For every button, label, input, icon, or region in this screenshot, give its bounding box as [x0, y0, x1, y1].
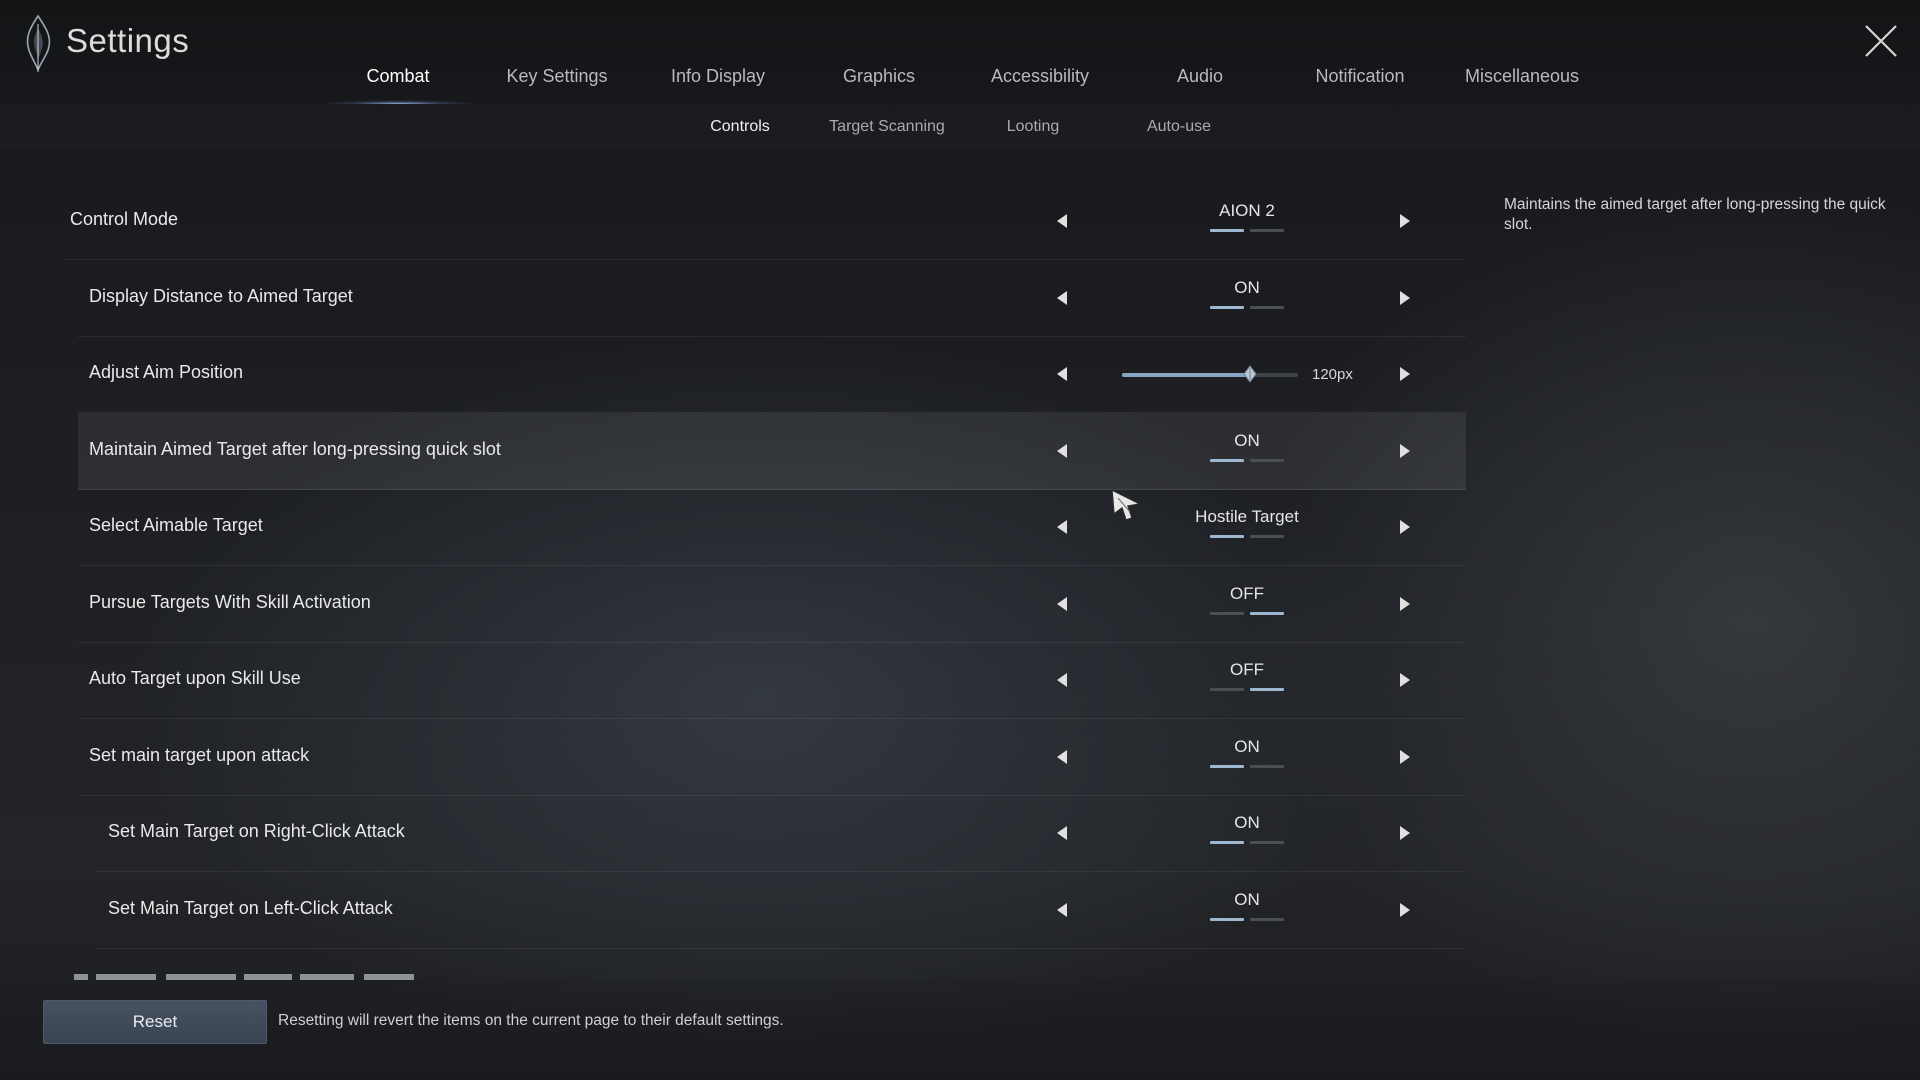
setting-value-text: OFF [1230, 660, 1264, 679]
setting-label: Auto Target upon Skill Use [89, 668, 301, 688]
setting-label: Set main target upon attack [89, 745, 310, 765]
arrow-left-icon[interactable] [1052, 670, 1072, 690]
setting-value: ON [1142, 431, 1352, 471]
setting-row-auto-target[interactable]: Auto Target upon Skill Use OFF [78, 642, 1466, 719]
option-indicator-1 [1250, 535, 1284, 538]
option-indicator-1 [1250, 459, 1284, 462]
arrow-left-icon[interactable] [1052, 441, 1072, 461]
arrow-left-icon[interactable] [1052, 900, 1072, 920]
arrow-left-icon[interactable] [1052, 211, 1072, 231]
arrow-right-icon[interactable] [1395, 900, 1415, 920]
setting-description: Maintains the aimed target after long-pr… [1504, 196, 1886, 233]
setting-row-right-click-attack[interactable]: Set Main Target on Right-Click Attack ON [96, 795, 1466, 872]
option-indicator-1 [1250, 688, 1284, 691]
arrow-right-icon[interactable] [1395, 211, 1415, 231]
tab-miscellaneous[interactable]: Miscellaneous [1465, 66, 1579, 102]
setting-value-text: ON [1234, 431, 1260, 450]
option-indicator-0 [1210, 688, 1244, 691]
setting-row-control-mode[interactable]: Control Mode AION 2 [62, 183, 1466, 260]
reset-button[interactable]: Reset [43, 1000, 267, 1044]
arrow-right-icon[interactable] [1395, 747, 1415, 767]
option-indicator-0 [1210, 918, 1244, 921]
slider-value-text: 120px [1312, 366, 1353, 383]
option-indicator-1 [1250, 765, 1284, 768]
arrow-right-icon[interactable] [1395, 823, 1415, 843]
option-indicator-0 [1210, 612, 1244, 615]
setting-row-set-main-target[interactable]: Set main target upon attack ON [78, 719, 1466, 796]
setting-value: ON [1142, 890, 1352, 930]
setting-value-text: ON [1234, 737, 1260, 756]
option-indicator-0 [1210, 765, 1244, 768]
arrow-right-icon[interactable] [1395, 670, 1415, 690]
option-indicator-1 [1250, 306, 1284, 309]
arrow-right-icon[interactable] [1395, 517, 1415, 537]
setting-value-text: AION 2 [1219, 201, 1275, 220]
setting-value: ON [1142, 278, 1352, 318]
setting-value: ON [1142, 737, 1352, 777]
option-indicator-1 [1250, 918, 1284, 921]
setting-label: Set Main Target on Right-Click Attack [108, 821, 405, 841]
settings-list: Control Mode AION 2 Display Distance to … [0, 0, 1480, 980]
arrow-right-icon[interactable] [1395, 364, 1415, 384]
setting-value: ON [1142, 813, 1352, 853]
setting-value-text: OFF [1230, 584, 1264, 603]
setting-label: Set Main Target on Left-Click Attack [108, 898, 393, 918]
arrow-right-icon[interactable] [1395, 594, 1415, 614]
option-indicator-1 [1250, 612, 1284, 615]
option-indicator-0 [1210, 306, 1244, 309]
arrow-right-icon[interactable] [1395, 441, 1415, 461]
setting-row-adjust-aim-position[interactable]: Adjust Aim Position 120px [78, 336, 1466, 413]
arrow-right-icon[interactable] [1395, 288, 1415, 308]
setting-value: OFF [1142, 584, 1352, 624]
arrow-left-icon[interactable] [1052, 364, 1072, 384]
option-indicator-0 [1210, 841, 1244, 844]
arrow-left-icon[interactable] [1052, 823, 1072, 843]
setting-value: AION 2 [1142, 201, 1352, 241]
aim-position-slider[interactable] [1122, 365, 1298, 383]
setting-row-display-distance[interactable]: Display Distance to Aimed Target ON [78, 260, 1466, 337]
slider-fill [1122, 373, 1251, 377]
setting-value-text: ON [1234, 278, 1260, 297]
setting-label: Select Aimable Target [89, 515, 263, 535]
slider-thumb-icon[interactable] [1243, 365, 1258, 383]
arrow-left-icon[interactable] [1052, 288, 1072, 308]
option-indicator-0 [1210, 535, 1244, 538]
option-indicator-1 [1250, 841, 1284, 844]
footer-bar: Reset Resetting will revert the items on… [0, 980, 1920, 1080]
setting-label: Pursue Targets With Skill Activation [89, 592, 371, 612]
setting-value-text: Hostile Target [1195, 507, 1299, 526]
arrow-left-icon[interactable] [1052, 594, 1072, 614]
option-indicator-1 [1250, 229, 1284, 232]
setting-label: Display Distance to Aimed Target [89, 286, 353, 306]
setting-label: Maintain Aimed Target after long-pressin… [89, 439, 501, 459]
close-icon[interactable] [1862, 22, 1900, 60]
setting-value: Hostile Target [1142, 507, 1352, 547]
setting-row-select-aimable-target[interactable]: Select Aimable Target Hostile Target [78, 489, 1466, 566]
option-indicator-0 [1210, 459, 1244, 462]
setting-label: Adjust Aim Position [89, 362, 244, 382]
setting-row-maintain-aimed-target[interactable]: Maintain Aimed Target after long-pressin… [78, 413, 1466, 490]
setting-value: OFF [1142, 660, 1352, 700]
arrow-left-icon[interactable] [1052, 747, 1072, 767]
settings-window: Settings Combat Key Settings Info Displa… [0, 0, 1920, 1080]
reset-note: Resetting will revert the items on the c… [278, 1012, 784, 1029]
clipped-row-text [74, 974, 414, 980]
setting-row-pursue-targets[interactable]: Pursue Targets With Skill Activation OFF [78, 566, 1466, 643]
setting-value-text: ON [1234, 813, 1260, 832]
arrow-left-icon[interactable] [1052, 517, 1072, 537]
mouse-cursor-icon [1111, 488, 1143, 521]
option-indicator-0 [1210, 229, 1244, 232]
setting-label: Control Mode [70, 209, 179, 229]
setting-value-text: ON [1234, 890, 1260, 909]
setting-row-left-click-attack[interactable]: Set Main Target on Left-Click Attack ON [96, 872, 1466, 949]
